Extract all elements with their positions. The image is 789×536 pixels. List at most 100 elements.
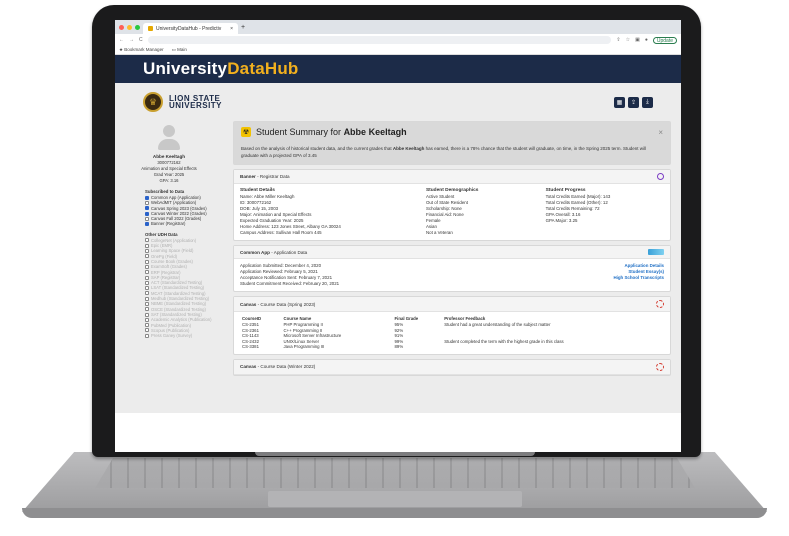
- checkbox-icon[interactable]: [145, 333, 149, 338]
- student-progress-column: Student Progress Total Credits Earned (M…: [546, 188, 664, 236]
- grid-icon[interactable]: ▦: [614, 96, 625, 108]
- back-icon[interactable]: ←: [119, 37, 124, 43]
- table-cell: CS-3381: [242, 344, 259, 350]
- extensions-icon[interactable]: ▣: [635, 37, 640, 43]
- table-cell: Java Programming III: [283, 344, 325, 350]
- browser-tabbar: UniversityDataHub - Predictiv × +: [115, 20, 681, 34]
- app-title-main: University: [143, 59, 228, 78]
- forward-icon[interactable]: →: [129, 37, 134, 43]
- table-row: CS-3381 Java Programming III 89%: [240, 344, 664, 350]
- reload-icon[interactable]: C: [139, 37, 143, 43]
- export-icon[interactable]: ⇪: [628, 96, 639, 108]
- checkbox-icon[interactable]: [145, 312, 149, 317]
- update-button[interactable]: Update: [652, 36, 677, 44]
- course-table: CourseID Course Name Final Grade Professor …: [240, 316, 664, 350]
- checkbox-icon[interactable]: [145, 280, 149, 285]
- checkbox-icon[interactable]: [145, 195, 149, 200]
- banner-logo-icon: [657, 173, 664, 180]
- progress-line: GPA Major: 3.25: [545, 218, 578, 223]
- checkbox-icon[interactable]: [145, 238, 149, 243]
- app-title-accent: DataHub: [227, 59, 299, 78]
- checkbox-icon[interactable]: [145, 254, 149, 259]
- student-sidebar: Abbe Keeltagh 3000772162 Animation and S…: [115, 121, 223, 338]
- canvas-logo-icon: [656, 300, 664, 308]
- application-link[interactable]: High School Transcripts: [613, 275, 664, 281]
- other-data-checkbox[interactable]: Press Ganey (Survey): [145, 333, 223, 338]
- checkbox-icon[interactable]: [145, 323, 149, 328]
- checkbox-icon[interactable]: [145, 296, 149, 301]
- common-app-card-header: Common App - Application Data: [234, 246, 670, 259]
- university-header: ♛ LION STATE UNIVERSITY ▦ ⇪ ⤓: [115, 83, 681, 121]
- student-summary-card: ☢ Student Summary for Abbe Keeltagh × Ba…: [233, 121, 671, 165]
- canvas-winter-card: Canvas - Course Data (Winter 2022): [233, 358, 671, 376]
- close-icon[interactable]: ×: [658, 128, 663, 137]
- application-line: Student Commitment Received: February 20…: [240, 281, 340, 286]
- checkbox-icon[interactable]: [145, 328, 149, 333]
- bookmark-star-icon[interactable]: ☆: [626, 37, 630, 43]
- common-app-card: Common App - Application Data Applicatio…: [233, 245, 671, 292]
- favicon-icon: [148, 26, 153, 31]
- new-tab-icon[interactable]: +: [241, 24, 245, 31]
- laptop-trackpad: [268, 491, 522, 507]
- checkbox-icon[interactable]: [145, 211, 149, 216]
- header-actions: ▦ ⇪ ⤓: [614, 96, 653, 108]
- minimize-window-icon[interactable]: [127, 24, 132, 30]
- checkbox-icon[interactable]: [145, 301, 149, 306]
- checkbox-icon[interactable]: [145, 264, 149, 269]
- subscribed-data-section: Subscribed to Data Common App (Applicati…: [115, 189, 223, 227]
- checkbox-icon[interactable]: [145, 291, 149, 296]
- banner-card: Banner - Registrar Data Student Details …: [233, 169, 671, 241]
- browser-tab[interactable]: UniversityDataHub - Predictiv ×: [143, 23, 238, 34]
- university-name: LION STATE UNIVERSITY: [169, 94, 223, 110]
- download-icon[interactable]: ⤓: [642, 96, 653, 108]
- app-header: University DataHub: [115, 55, 681, 83]
- common-app-card-body: Application Submitted: December 4, 2020 A…: [234, 259, 670, 291]
- maximize-window-icon[interactable]: [135, 24, 140, 30]
- table-cell: 89%: [394, 344, 404, 350]
- canvas-winter-card-header: Canvas - Course Data (Winter 2022): [234, 359, 670, 375]
- bookmark-main-link[interactable]: ▭ Main: [172, 47, 187, 53]
- checkbox-icon[interactable]: [145, 275, 149, 280]
- bookmarks-bar: ★ Bookmark Manager ▭ Main: [115, 46, 681, 55]
- checkbox-icon[interactable]: [145, 249, 149, 254]
- canvas-spring-card: Canvas - Course Data (Spring 2023) Cours…: [233, 296, 671, 355]
- checkbox-icon[interactable]: [145, 317, 149, 322]
- detail-line: Campus Address: Sullivan Hall Room 445: [240, 230, 322, 235]
- checkbox-icon[interactable]: [145, 307, 149, 312]
- checkbox-icon[interactable]: [145, 206, 149, 211]
- student-demographics-column: Student Demographics Active Student Out o…: [426, 188, 540, 236]
- checkbox-icon[interactable]: [145, 259, 149, 264]
- main-panel: ☢ Student Summary for Abbe Keeltagh × Ba…: [233, 121, 671, 380]
- subscribed-heading: Subscribed to Data: [145, 189, 185, 194]
- avatar: [158, 125, 180, 152]
- checkbox-icon[interactable]: [145, 286, 149, 291]
- other-data-section: Other UDH Data CollegeNet (Application) E…: [115, 232, 223, 339]
- checkbox-icon[interactable]: [145, 243, 149, 248]
- screen: UniversityDataHub - Predictiv × + ← → C …: [115, 20, 681, 452]
- student-details-column: Student Details Name: Abbe Miller Keelta…: [240, 188, 420, 236]
- close-window-icon[interactable]: [119, 24, 124, 30]
- prediction-icon: ☢: [241, 127, 251, 137]
- share-icon[interactable]: ⇧: [616, 37, 620, 43]
- profile-icon[interactable]: ●: [645, 37, 648, 43]
- url-input[interactable]: [147, 36, 612, 44]
- tab-title: UniversityDataHub - Predictiv: [156, 25, 222, 32]
- checkbox-icon[interactable]: [145, 270, 149, 275]
- app-content: ♛ LION STATE UNIVERSITY ▦ ⇪ ⤓ Abbe Keelt…: [115, 83, 681, 413]
- banner-card-body: Student Details Name: Abbe Miller Keelta…: [234, 184, 670, 240]
- summary-text: Based on the analysis of historical stud…: [241, 146, 647, 158]
- tab-close-icon[interactable]: ×: [230, 26, 233, 32]
- laptop-base-front: [22, 508, 767, 518]
- subscribed-checkbox[interactable]: Banner (Registrar): [145, 221, 223, 226]
- bookmark-manager-link[interactable]: ★ Bookmark Manager: [119, 47, 164, 53]
- checkbox-label: Press Ganey (Survey): [151, 333, 193, 339]
- canvas-logo-icon: [656, 362, 664, 371]
- checkbox-icon[interactable]: [145, 222, 149, 227]
- canvas-spring-card-header: Canvas - Course Data (Spring 2023): [234, 297, 670, 312]
- checkbox-icon[interactable]: [145, 200, 149, 205]
- other-heading: Other UDH Data: [145, 231, 178, 237]
- student-gpa: GPA: 3.16: [159, 178, 179, 183]
- checkbox-label: Banner (Registrar): [151, 221, 186, 227]
- checkbox-icon[interactable]: [145, 216, 149, 221]
- common-app-logo-icon: [648, 249, 664, 255]
